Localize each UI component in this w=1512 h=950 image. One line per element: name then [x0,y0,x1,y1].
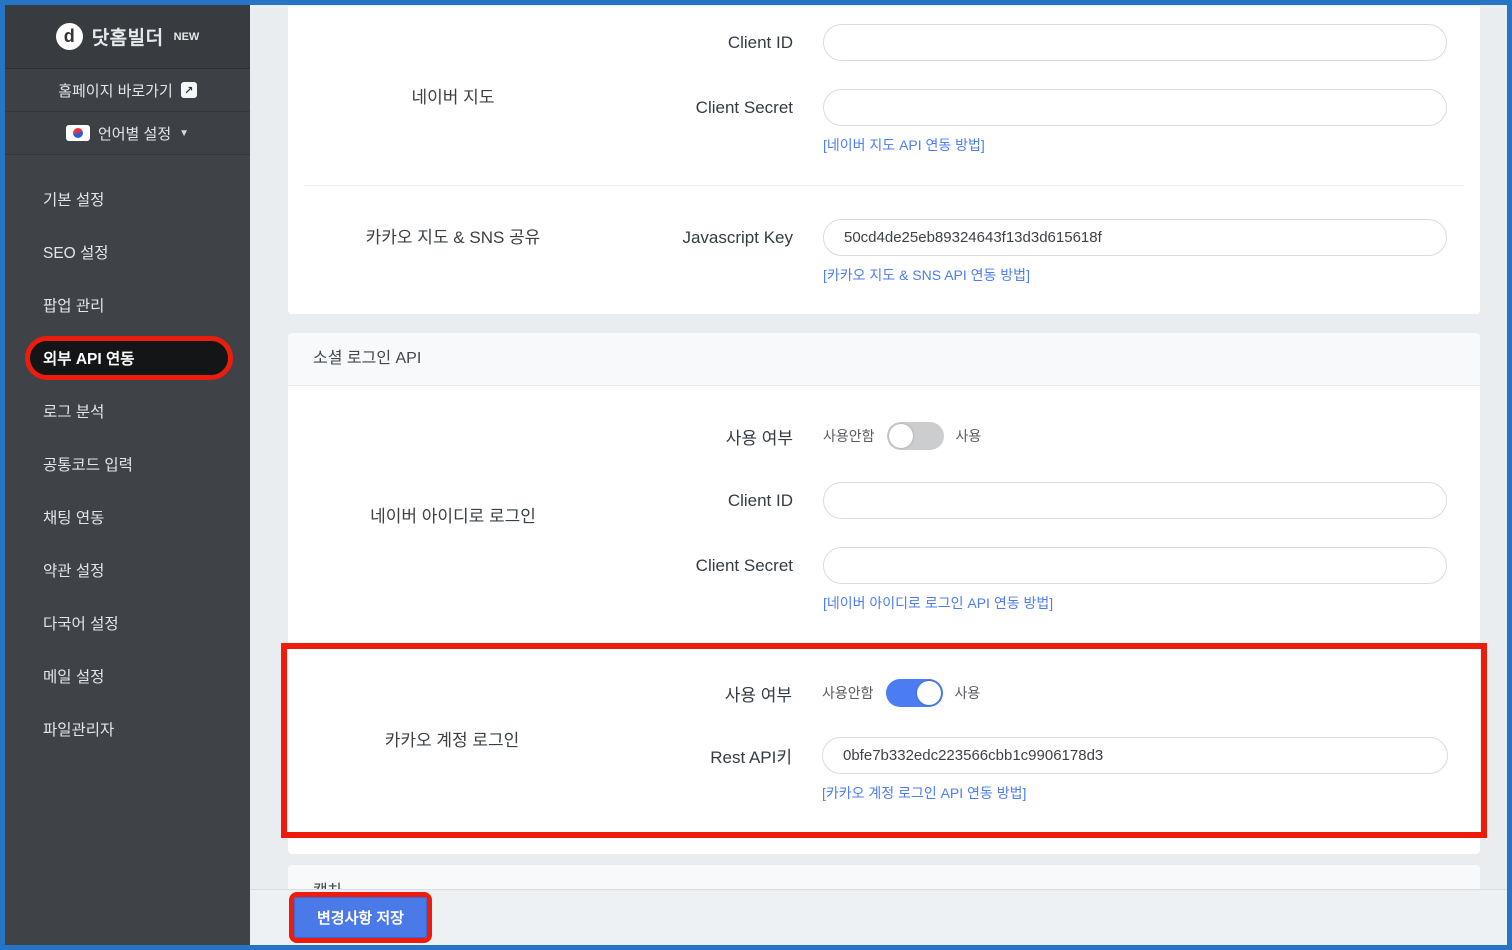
sidebar-item-multilingual-settings[interactable]: 다국어 설정 [5,596,250,649]
sidebar-item-basic-settings[interactable]: 기본 설정 [5,172,250,225]
kakao-map-api-guide-link[interactable]: [카카오 지도 & SNS API 연동 방법] [823,265,1030,285]
sidebar: d 닷홈빌더 NEW 홈페이지 바로가기 ↗ 언어별 설정 ▼ 기본 설정 SE… [5,5,250,945]
korean-flag-icon [66,125,90,141]
naver-login-use-label: 사용 여부 [618,424,823,449]
sidebar-item-mail-settings[interactable]: 메일 설정 [5,649,250,702]
kakao-login-use-label: 사용 여부 [617,681,822,706]
naver-login-section: 네이버 아이디로 로그인 사용 여부 사용안함 사용 Client ID Cli… [288,386,1480,613]
kakao-login-title: 카카오 계정 로그인 [287,673,617,803]
naver-login-client-secret-label: Client Secret [618,556,823,576]
annotation-circle-external-api: 외부 API 연동 [25,336,233,380]
kakao-login-section: 카카오 계정 로그인 사용 여부 사용안함 사용 Rest API키 [287,649,1481,803]
language-settings-dropdown[interactable]: 언어별 설정 ▼ [5,112,250,155]
naver-login-toggle[interactable] [887,422,944,450]
sidebar-item-file-manager[interactable]: 파일관리자 [5,702,250,755]
footer-bar: 변경사항 저장 [250,889,1507,945]
save-changes-button[interactable]: 변경사항 저장 [294,897,427,938]
homepage-shortcut-link[interactable]: 홈페이지 바로가기 ↗ [5,69,250,112]
social-login-card: 소셜 로그인 API 네이버 아이디로 로그인 사용 여부 사용안함 사용 Cl… [288,333,1480,854]
sidebar-menu: 기본 설정 SEO 설정 팝업 관리 외부 API 연동 로그 분석 공통코드 … [5,155,250,755]
naver-map-title: 네이버 지도 [288,6,618,185]
kakao-map-js-key-input[interactable] [823,219,1447,256]
naver-login-toggle-on-label: 사용 [956,426,982,446]
naver-map-client-secret-label: Client Secret [618,98,823,118]
toggle-knob [917,681,941,705]
naver-login-api-guide-link[interactable]: [네이버 아이디로 로그인 API 연동 방법] [823,593,1053,613]
naver-login-title: 네이버 아이디로 로그인 [288,416,618,613]
naver-login-client-id-label: Client ID [618,491,823,511]
external-link-icon: ↗ [181,82,197,98]
kakao-login-rest-api-key-input[interactable] [822,737,1448,774]
kakao-login-toggle[interactable] [886,679,943,707]
brand: d 닷홈빌더 NEW [5,5,250,69]
sidebar-item-terms-settings[interactable]: 약관 설정 [5,543,250,596]
kakao-map-js-key-label: Javascript Key [618,228,823,248]
naver-map-section: 네이버 지도 Client ID Client Secret [네이버 지도 A… [288,6,1480,185]
sidebar-item-chat-integration[interactable]: 채팅 연동 [5,490,250,543]
social-login-api-header: 소셜 로그인 API [288,333,1480,386]
chevron-down-icon: ▼ [179,128,189,139]
kakao-login-api-guide-link[interactable]: [카카오 계정 로그인 API 연동 방법] [822,783,1026,803]
naver-login-client-secret-input[interactable] [823,547,1447,584]
kakao-map-title: 카카오 지도 & SNS 공유 [288,186,618,285]
naver-map-api-guide-link[interactable]: [네이버 지도 API 연동 방법] [823,135,985,155]
toggle-knob [889,424,913,448]
sidebar-item-seo-settings[interactable]: SEO 설정 [5,225,250,278]
kakao-login-toggle-off-label: 사용안함 [822,683,874,703]
naver-map-client-id-label: Client ID [618,33,823,53]
brand-name: 닷홈빌더 [92,23,164,50]
sidebar-item-log-analysis[interactable]: 로그 분석 [5,384,250,437]
dothome-logo-icon: d [56,23,83,50]
annotation-box-kakao-login: 카카오 계정 로그인 사용 여부 사용안함 사용 Rest API키 [281,643,1487,838]
brand-new-badge: NEW [174,31,200,43]
sidebar-item-common-code[interactable]: 공통코드 입력 [5,437,250,490]
kakao-login-toggle-on-label: 사용 [955,683,981,703]
sidebar-item-external-api-slot: 외부 API 연동 [5,331,250,384]
language-settings-label: 언어별 설정 [98,123,171,144]
homepage-shortcut-label: 홈페이지 바로가기 [58,80,173,101]
kakao-map-section: 카카오 지도 & SNS 공유 Javascript Key [카카오 지도 &… [288,186,1480,285]
main-content: 네이버 지도 Client ID Client Secret [네이버 지도 A… [250,5,1507,945]
naver-map-client-secret-input[interactable] [823,89,1447,126]
naver-map-client-id-input[interactable] [823,24,1447,61]
map-api-card: 네이버 지도 Client ID Client Secret [네이버 지도 A… [288,6,1480,314]
naver-login-client-id-input[interactable] [823,482,1447,519]
sidebar-item-popup-management[interactable]: 팝업 관리 [5,278,250,331]
naver-login-toggle-off-label: 사용안함 [823,426,875,446]
kakao-login-rest-api-key-label: Rest API키 [617,743,822,768]
sidebar-item-external-api[interactable]: 외부 API 연동 [30,341,228,375]
